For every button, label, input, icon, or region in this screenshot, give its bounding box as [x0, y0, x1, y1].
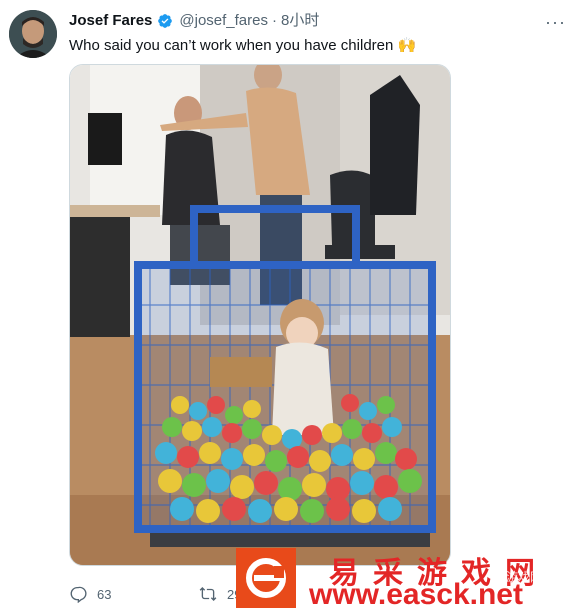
tweet-card: Josef Fares @josef_fares · 8小时 ··· Who s… — [0, 0, 584, 610]
tweet-header: Josef Fares @josef_fares · 8小时 — [69, 12, 319, 30]
author-name[interactable]: Josef Fares — [69, 12, 152, 30]
watermark-small-text: 游戏网 — [506, 570, 543, 584]
site-watermark: 易采游戏网 www.easck.net 游戏网 — [236, 548, 584, 610]
more-icon[interactable]: ··· — [545, 12, 566, 33]
reply-count: 63 — [97, 586, 112, 602]
separator-dot: · — [272, 12, 277, 29]
tweet-timestamp[interactable]: 8小时 — [281, 12, 319, 30]
tweet-photo[interactable] — [69, 64, 451, 566]
watermark-logo-icon — [236, 548, 296, 608]
retweet-icon — [199, 587, 217, 601]
verified-badge-icon — [158, 14, 173, 28]
watermark-site-url: www.easck.net — [309, 578, 523, 610]
reply-icon — [70, 586, 87, 603]
reply-button[interactable]: 63 — [69, 585, 199, 603]
avatar[interactable] — [9, 10, 57, 58]
author-handle[interactable]: @josef_fares — [179, 12, 268, 30]
photo-office-ball-cage — [70, 65, 450, 565]
tweet-text: Who said you can’t work when you have ch… — [69, 37, 417, 54]
